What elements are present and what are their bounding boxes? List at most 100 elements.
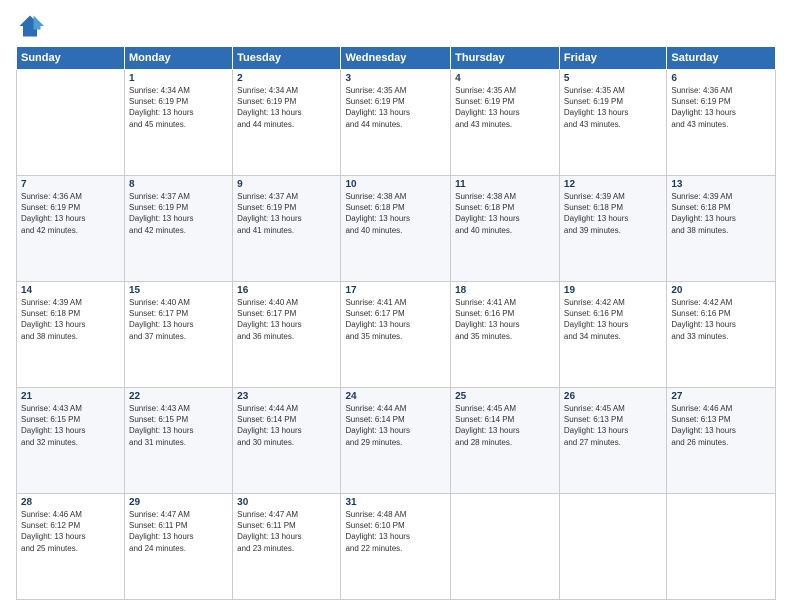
week-row: 28Sunrise: 4:46 AMSunset: 6:12 PMDayligh…: [17, 494, 776, 600]
day-cell: [17, 70, 125, 176]
day-number: 6: [671, 73, 771, 84]
day-number: 9: [237, 179, 336, 190]
day-info: Sunrise: 4:39 AMSunset: 6:18 PMDaylight:…: [21, 297, 120, 342]
day-number: 4: [455, 73, 555, 84]
day-cell: 23Sunrise: 4:44 AMSunset: 6:14 PMDayligh…: [233, 388, 341, 494]
day-number: 16: [237, 285, 336, 296]
day-info: Sunrise: 4:37 AMSunset: 6:19 PMDaylight:…: [129, 191, 228, 236]
day-info: Sunrise: 4:47 AMSunset: 6:11 PMDaylight:…: [237, 509, 336, 554]
day-info: Sunrise: 4:43 AMSunset: 6:15 PMDaylight:…: [21, 403, 120, 448]
week-row: 21Sunrise: 4:43 AMSunset: 6:15 PMDayligh…: [17, 388, 776, 494]
day-number: 21: [21, 391, 120, 402]
day-number: 10: [345, 179, 446, 190]
day-info: Sunrise: 4:41 AMSunset: 6:16 PMDaylight:…: [455, 297, 555, 342]
day-info: Sunrise: 4:47 AMSunset: 6:11 PMDaylight:…: [129, 509, 228, 554]
day-info: Sunrise: 4:41 AMSunset: 6:17 PMDaylight:…: [345, 297, 446, 342]
day-info: Sunrise: 4:40 AMSunset: 6:17 PMDaylight:…: [129, 297, 228, 342]
day-number: 30: [237, 497, 336, 508]
day-info: Sunrise: 4:36 AMSunset: 6:19 PMDaylight:…: [21, 191, 120, 236]
day-number: 24: [345, 391, 446, 402]
day-cell: 12Sunrise: 4:39 AMSunset: 6:18 PMDayligh…: [559, 176, 666, 282]
day-number: 15: [129, 285, 228, 296]
day-info: Sunrise: 4:44 AMSunset: 6:14 PMDaylight:…: [345, 403, 446, 448]
header-day: Friday: [559, 47, 666, 70]
day-cell: 8Sunrise: 4:37 AMSunset: 6:19 PMDaylight…: [125, 176, 233, 282]
day-cell: 5Sunrise: 4:35 AMSunset: 6:19 PMDaylight…: [559, 70, 666, 176]
day-number: 29: [129, 497, 228, 508]
day-info: Sunrise: 4:39 AMSunset: 6:18 PMDaylight:…: [564, 191, 662, 236]
day-number: 17: [345, 285, 446, 296]
day-cell: 2Sunrise: 4:34 AMSunset: 6:19 PMDaylight…: [233, 70, 341, 176]
day-number: 26: [564, 391, 662, 402]
day-cell: 19Sunrise: 4:42 AMSunset: 6:16 PMDayligh…: [559, 282, 666, 388]
page: SundayMondayTuesdayWednesdayThursdayFrid…: [0, 0, 792, 612]
day-cell: [667, 494, 776, 600]
day-cell: 31Sunrise: 4:48 AMSunset: 6:10 PMDayligh…: [341, 494, 451, 600]
day-cell: [559, 494, 666, 600]
day-info: Sunrise: 4:39 AMSunset: 6:18 PMDaylight:…: [671, 191, 771, 236]
day-cell: 29Sunrise: 4:47 AMSunset: 6:11 PMDayligh…: [125, 494, 233, 600]
day-info: Sunrise: 4:42 AMSunset: 6:16 PMDaylight:…: [564, 297, 662, 342]
day-number: 19: [564, 285, 662, 296]
day-cell: 25Sunrise: 4:45 AMSunset: 6:14 PMDayligh…: [451, 388, 560, 494]
day-number: 31: [345, 497, 446, 508]
day-info: Sunrise: 4:34 AMSunset: 6:19 PMDaylight:…: [129, 85, 228, 130]
header-day: Thursday: [451, 47, 560, 70]
day-cell: 6Sunrise: 4:36 AMSunset: 6:19 PMDaylight…: [667, 70, 776, 176]
week-row: 14Sunrise: 4:39 AMSunset: 6:18 PMDayligh…: [17, 282, 776, 388]
day-cell: 26Sunrise: 4:45 AMSunset: 6:13 PMDayligh…: [559, 388, 666, 494]
day-cell: 1Sunrise: 4:34 AMSunset: 6:19 PMDaylight…: [125, 70, 233, 176]
week-row: 1Sunrise: 4:34 AMSunset: 6:19 PMDaylight…: [17, 70, 776, 176]
header: [16, 12, 776, 40]
day-number: 12: [564, 179, 662, 190]
day-number: 27: [671, 391, 771, 402]
day-cell: 22Sunrise: 4:43 AMSunset: 6:15 PMDayligh…: [125, 388, 233, 494]
logo: [16, 12, 48, 40]
day-number: 11: [455, 179, 555, 190]
week-row: 7Sunrise: 4:36 AMSunset: 6:19 PMDaylight…: [17, 176, 776, 282]
day-cell: 18Sunrise: 4:41 AMSunset: 6:16 PMDayligh…: [451, 282, 560, 388]
calendar-table: SundayMondayTuesdayWednesdayThursdayFrid…: [16, 46, 776, 600]
day-cell: 7Sunrise: 4:36 AMSunset: 6:19 PMDaylight…: [17, 176, 125, 282]
day-cell: 16Sunrise: 4:40 AMSunset: 6:17 PMDayligh…: [233, 282, 341, 388]
day-info: Sunrise: 4:43 AMSunset: 6:15 PMDaylight:…: [129, 403, 228, 448]
header-day: Sunday: [17, 47, 125, 70]
day-cell: 9Sunrise: 4:37 AMSunset: 6:19 PMDaylight…: [233, 176, 341, 282]
day-info: Sunrise: 4:38 AMSunset: 6:18 PMDaylight:…: [455, 191, 555, 236]
header-day: Monday: [125, 47, 233, 70]
day-info: Sunrise: 4:38 AMSunset: 6:18 PMDaylight:…: [345, 191, 446, 236]
day-cell: 11Sunrise: 4:38 AMSunset: 6:18 PMDayligh…: [451, 176, 560, 282]
day-info: Sunrise: 4:45 AMSunset: 6:14 PMDaylight:…: [455, 403, 555, 448]
day-number: 20: [671, 285, 771, 296]
day-cell: 15Sunrise: 4:40 AMSunset: 6:17 PMDayligh…: [125, 282, 233, 388]
day-number: 3: [345, 73, 446, 84]
day-number: 25: [455, 391, 555, 402]
day-number: 23: [237, 391, 336, 402]
day-info: Sunrise: 4:45 AMSunset: 6:13 PMDaylight:…: [564, 403, 662, 448]
header-day: Saturday: [667, 47, 776, 70]
day-cell: 21Sunrise: 4:43 AMSunset: 6:15 PMDayligh…: [17, 388, 125, 494]
day-cell: 4Sunrise: 4:35 AMSunset: 6:19 PMDaylight…: [451, 70, 560, 176]
day-number: 1: [129, 73, 228, 84]
logo-icon: [16, 12, 44, 40]
day-cell: 27Sunrise: 4:46 AMSunset: 6:13 PMDayligh…: [667, 388, 776, 494]
day-number: 2: [237, 73, 336, 84]
header-row: SundayMondayTuesdayWednesdayThursdayFrid…: [17, 47, 776, 70]
day-number: 22: [129, 391, 228, 402]
day-number: 18: [455, 285, 555, 296]
day-info: Sunrise: 4:35 AMSunset: 6:19 PMDaylight:…: [345, 85, 446, 130]
day-cell: 10Sunrise: 4:38 AMSunset: 6:18 PMDayligh…: [341, 176, 451, 282]
day-cell: 14Sunrise: 4:39 AMSunset: 6:18 PMDayligh…: [17, 282, 125, 388]
day-cell: 30Sunrise: 4:47 AMSunset: 6:11 PMDayligh…: [233, 494, 341, 600]
day-cell: 3Sunrise: 4:35 AMSunset: 6:19 PMDaylight…: [341, 70, 451, 176]
day-cell: [451, 494, 560, 600]
day-info: Sunrise: 4:46 AMSunset: 6:13 PMDaylight:…: [671, 403, 771, 448]
day-cell: 13Sunrise: 4:39 AMSunset: 6:18 PMDayligh…: [667, 176, 776, 282]
day-number: 13: [671, 179, 771, 190]
day-info: Sunrise: 4:37 AMSunset: 6:19 PMDaylight:…: [237, 191, 336, 236]
day-number: 28: [21, 497, 120, 508]
header-day: Wednesday: [341, 47, 451, 70]
day-cell: 17Sunrise: 4:41 AMSunset: 6:17 PMDayligh…: [341, 282, 451, 388]
day-cell: 24Sunrise: 4:44 AMSunset: 6:14 PMDayligh…: [341, 388, 451, 494]
header-day: Tuesday: [233, 47, 341, 70]
